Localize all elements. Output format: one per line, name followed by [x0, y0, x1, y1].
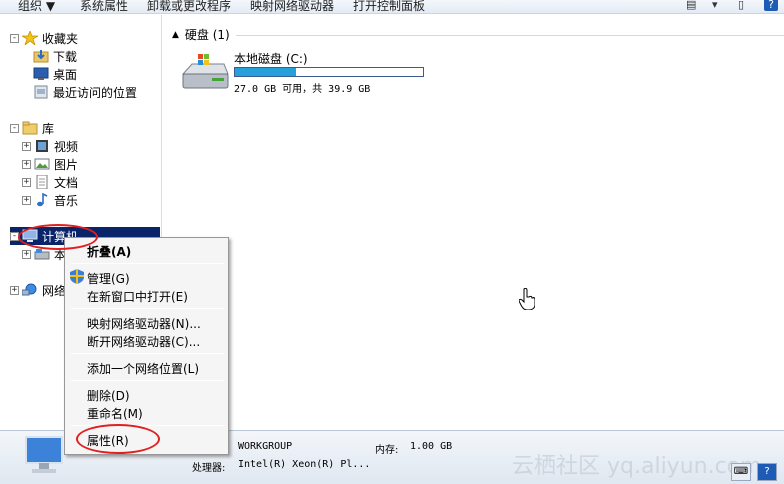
tree-videos[interactable]: + 视频: [22, 137, 78, 155]
map-network-drive-button[interactable]: 映射网络驱动器: [250, 0, 334, 13]
tree-label: 图片: [54, 157, 79, 172]
tree-label: 最近访问的位置: [53, 85, 138, 100]
music-icon: [34, 192, 50, 207]
expand-toggle-icon[interactable]: +: [22, 195, 31, 205]
group-divider: [236, 35, 784, 36]
network-icon: [21, 283, 38, 297]
tree-label: 收藏夹: [42, 31, 79, 46]
view-dropdown-icon[interactable]: ▾: [712, 0, 718, 11]
command-bar: 组织 ▼ 系统属性 卸载或更改程序 映射网络驱动器 打开控制面板 ▤ ▾ ▯ ?: [0, 0, 784, 14]
keyboard-icon[interactable]: ⌨: [731, 463, 751, 481]
tree-label: 桌面: [53, 67, 78, 82]
annotation-circle-properties: [76, 424, 160, 454]
help-icon[interactable]: ?: [764, 0, 778, 11]
help-icon[interactable]: ?: [757, 463, 777, 481]
memory-label: 内存:: [375, 445, 399, 456]
drive-usage-fill: [235, 68, 296, 76]
tree-label: 文档: [54, 175, 79, 190]
expand-toggle-icon[interactable]: +: [22, 159, 31, 169]
tree-pictures[interactable]: + 图片: [22, 155, 78, 173]
processor-label: 处理器:: [192, 463, 226, 474]
menu-manage[interactable]: 管理(G): [87, 270, 130, 287]
download-folder-icon: [33, 49, 49, 63]
menu-open-new-window[interactable]: 在新窗口中打开(E): [87, 288, 188, 305]
star-icon: [20, 30, 40, 47]
tree-label: 库: [42, 121, 55, 136]
organize-button[interactable]: 组织 ▼: [18, 0, 55, 13]
recent-places-icon: [33, 85, 49, 99]
hand-cursor-icon: [518, 287, 536, 313]
tree-documents[interactable]: + 文档: [22, 173, 78, 191]
drive-free-space: 27.0 GB 可用，共 39.9 GB: [234, 84, 371, 95]
tree-music[interactable]: + 音乐: [22, 191, 78, 209]
drive-usage-bar: [234, 67, 424, 77]
view-options-icon[interactable]: ▤: [686, 0, 696, 11]
watermark: 云栖社区 yq.aliyun.com: [512, 454, 762, 479]
menu-separator: [71, 263, 224, 264]
annotation-circle-computer: [18, 224, 98, 250]
tree-label: 下载: [53, 49, 78, 64]
tree-label: 网络: [42, 283, 67, 298]
menu-add-network-location[interactable]: 添加一个网络位置(L): [87, 360, 199, 377]
menu-separator: [71, 353, 224, 354]
collapse-toggle-icon[interactable]: -: [10, 33, 19, 43]
expand-toggle-icon[interactable]: +: [22, 141, 31, 151]
expand-toggle-icon[interactable]: +: [22, 177, 31, 187]
drive-icon[interactable]: [180, 52, 230, 95]
tree-downloads[interactable]: 下载: [33, 47, 77, 65]
tree-label: 音乐: [54, 193, 79, 208]
computer-large-icon: [20, 435, 68, 482]
menu-map-network-drive[interactable]: 映射网络驱动器(N)...: [87, 315, 201, 332]
video-icon: [34, 139, 50, 153]
expand-toggle-icon[interactable]: +: [10, 285, 19, 295]
memory-value: 1.00 GB: [410, 441, 453, 452]
drive-name[interactable]: 本地磁盘 (C:): [234, 50, 308, 67]
menu-collapse[interactable]: 折叠(A): [87, 243, 131, 260]
workgroup-value: WORKGROUP: [238, 441, 293, 452]
menu-delete[interactable]: 删除(D): [87, 387, 130, 404]
tree-label: 视频: [54, 139, 79, 154]
system-properties-button[interactable]: 系统属性: [80, 0, 128, 13]
expand-toggle-icon[interactable]: +: [22, 249, 31, 259]
tree-network[interactable]: + 网络: [10, 281, 66, 299]
menu-rename[interactable]: 重命名(M): [87, 405, 143, 422]
collapse-arrow-icon[interactable]: ▲: [172, 30, 179, 40]
menu-disconnect-network-drive[interactable]: 断开网络驱动器(C)...: [87, 333, 200, 350]
tree-desktop[interactable]: 桌面: [33, 65, 77, 83]
menu-separator: [71, 380, 224, 381]
context-menu: 折叠(A) 管理(G) 在新窗口中打开(E) 映射网络驱动器(N)... 断开网…: [64, 237, 229, 455]
group-title: 硬盘 (1): [184, 28, 230, 42]
picture-icon: [34, 157, 50, 171]
tree-recent-places[interactable]: 最近访问的位置: [33, 83, 137, 101]
open-control-panel-button[interactable]: 打开控制面板: [353, 0, 425, 13]
collapse-toggle-icon[interactable]: -: [10, 123, 19, 133]
menu-separator: [71, 308, 224, 309]
library-icon: [22, 121, 38, 135]
tree-favorites[interactable]: - 收藏夹: [10, 29, 78, 47]
uninstall-program-button[interactable]: 卸载或更改程序: [147, 0, 231, 13]
desktop-icon: [33, 67, 49, 81]
processor-value: Intel(R) Xeon(R) Pl...: [238, 459, 371, 470]
document-icon: [34, 174, 50, 190]
shield-icon: [70, 269, 84, 287]
hard-disk-group-header[interactable]: ▲ 硬盘 (1): [172, 26, 230, 43]
tree-libraries[interactable]: - 库: [10, 119, 54, 137]
preview-pane-icon[interactable]: ▯: [738, 0, 744, 11]
